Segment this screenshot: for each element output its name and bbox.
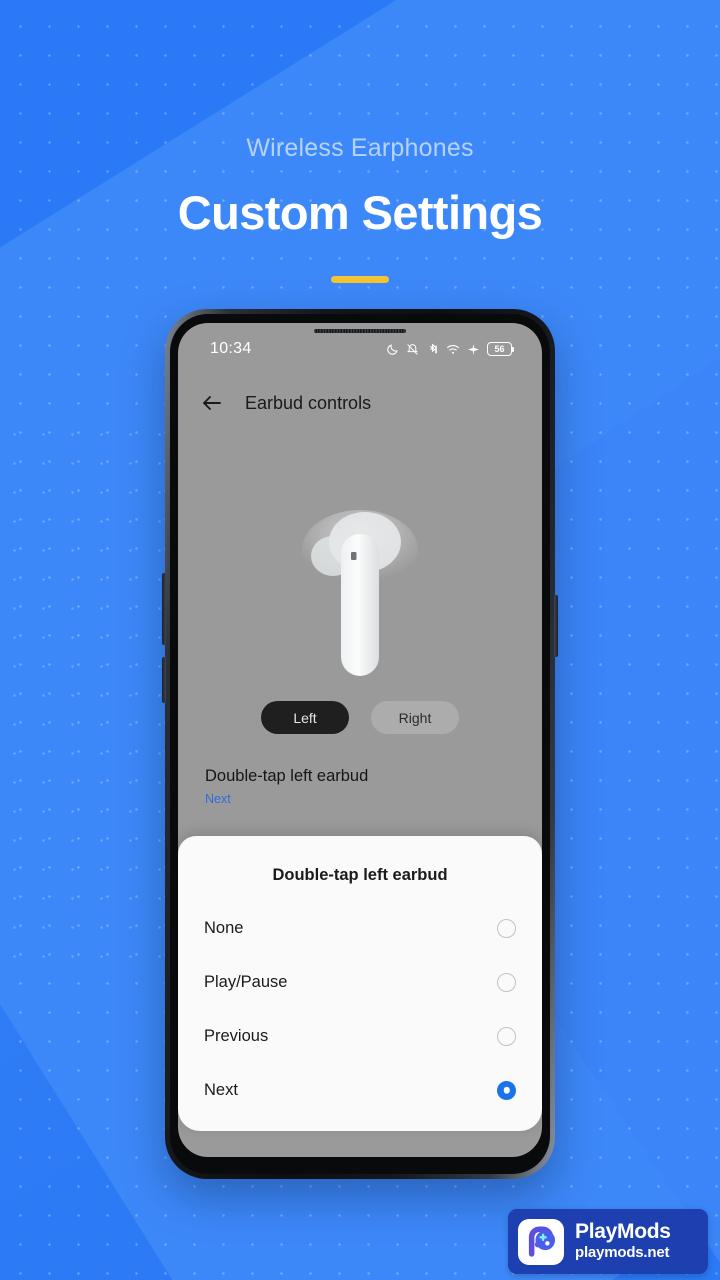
moon-icon bbox=[387, 343, 398, 355]
option-label: Play/Pause bbox=[204, 972, 288, 991]
back-arrow-icon[interactable] bbox=[200, 391, 224, 415]
sheet-option-previous[interactable]: Previous bbox=[178, 1009, 542, 1063]
earbud-side-toggle: Left Right bbox=[178, 701, 542, 734]
playmods-url: playmods.net bbox=[575, 1243, 670, 1261]
bottom-sheet: Double-tap left earbud None Play/Pause P… bbox=[178, 836, 542, 1131]
side-toggle-left[interactable]: Left bbox=[261, 701, 349, 734]
bluetooth-icon bbox=[430, 343, 437, 353]
phone-mockup: 10:34 56 Earbud controls Left Right Doub… bbox=[162, 309, 558, 1179]
side-toggle-right[interactable]: Right bbox=[371, 701, 459, 734]
status-bar-icons: 56 bbox=[386, 342, 514, 356]
battery-icon: 56 bbox=[487, 342, 514, 356]
power-button[interactable] bbox=[554, 595, 558, 657]
radio-button[interactable] bbox=[497, 918, 516, 938]
setting-title: Double-tap left earbud bbox=[205, 767, 369, 785]
bottom-sheet-title: Double-tap left earbud bbox=[272, 866, 448, 884]
playmods-name: PlayMods bbox=[575, 1220, 671, 1244]
header-subtitle: Wireless Earphones bbox=[246, 134, 474, 162]
radio-button[interactable] bbox=[497, 972, 516, 992]
playmods-logo-icon bbox=[518, 1218, 564, 1265]
volume-up-button[interactable] bbox=[162, 573, 166, 645]
wifi-icon bbox=[447, 344, 459, 354]
page-title: Custom Settings bbox=[177, 186, 543, 239]
header: Wireless Earphones Custom Settings bbox=[0, 0, 720, 283]
radio-button-selected[interactable] bbox=[497, 1080, 516, 1100]
accent-bar bbox=[331, 276, 389, 283]
sheet-option-none[interactable]: None bbox=[178, 901, 542, 955]
sheet-option-play-pause[interactable]: Play/Pause bbox=[178, 955, 542, 1009]
earbud-image-container bbox=[178, 473, 542, 723]
playmods-text: PlayMods playmods.net bbox=[575, 1221, 671, 1261]
phone-screen: 10:34 56 Earbud controls Left Right Doub… bbox=[178, 323, 542, 1157]
earpiece-speaker-icon bbox=[314, 329, 406, 333]
earbud-icon bbox=[302, 510, 418, 676]
list-item[interactable]: Double-tap left earbud Next bbox=[205, 765, 515, 806]
setting-value: Next bbox=[205, 792, 231, 807]
volume-down-button[interactable] bbox=[162, 657, 166, 703]
option-label: None bbox=[204, 918, 244, 937]
app-bar-title: Earbud controls bbox=[245, 392, 372, 413]
status-bar-clock: 10:34 bbox=[210, 340, 252, 357]
playmods-watermark: PlayMods playmods.net bbox=[508, 1209, 708, 1274]
app-bar: Earbud controls bbox=[178, 379, 542, 427]
app-ui: 10:34 56 Earbud controls Left Right Doub… bbox=[178, 323, 542, 1157]
airplane-icon bbox=[468, 343, 479, 355]
radio-button[interactable] bbox=[497, 1026, 516, 1046]
sheet-option-next[interactable]: Next bbox=[178, 1063, 542, 1117]
option-label: Next bbox=[204, 1080, 238, 1099]
mute-icon bbox=[406, 343, 419, 355]
option-label: Previous bbox=[204, 1026, 269, 1045]
